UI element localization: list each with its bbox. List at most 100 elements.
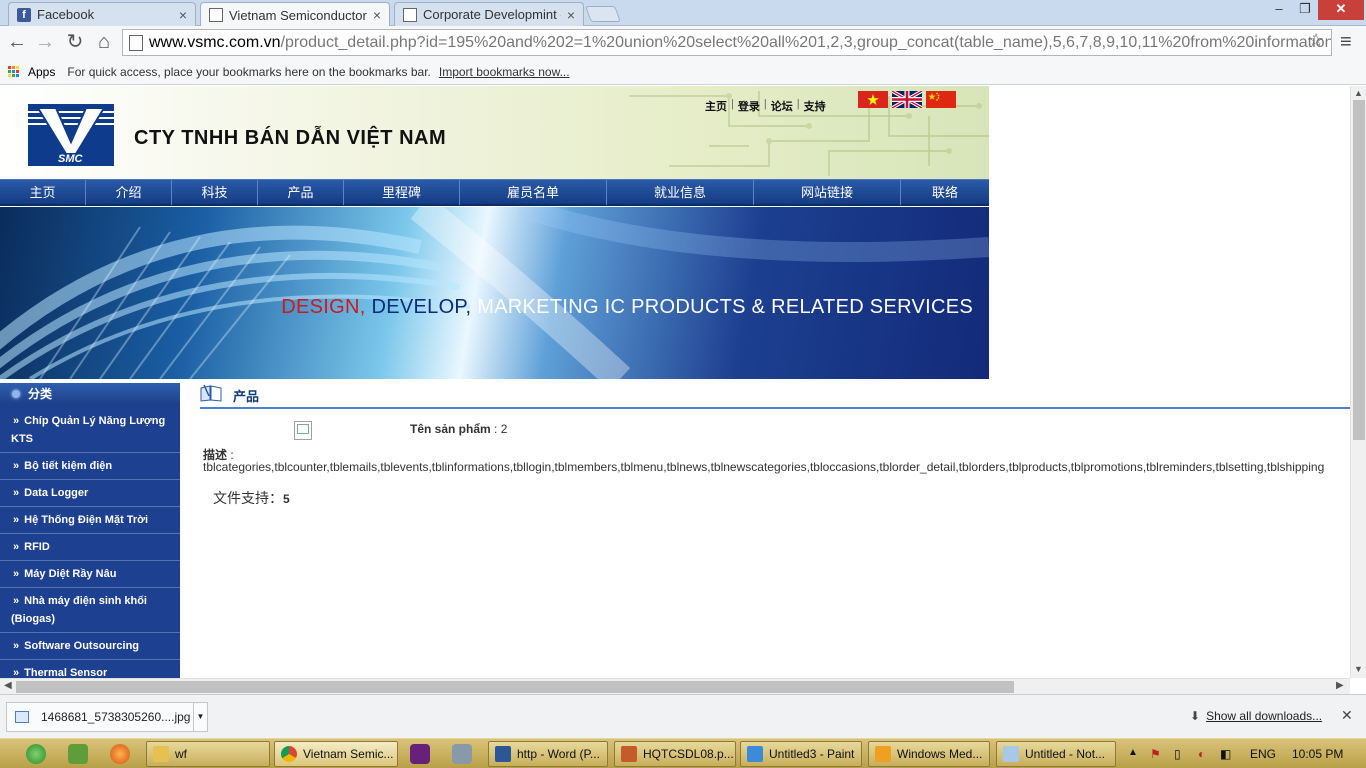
scroll-right-icon[interactable]: ▶ — [1336, 680, 1344, 691]
bookmarks-hint: For quick access, place your bookmarks h… — [67, 64, 431, 79]
action-center-icon[interactable]: ◧ — [1220, 747, 1231, 761]
chevron-down-icon[interactable]: ▼ — [193, 703, 207, 731]
scroll-left-icon[interactable]: ◀ — [4, 680, 12, 691]
scroll-up-icon[interactable]: ▲ — [1354, 88, 1363, 98]
volume-icon[interactable]: ◐ — [1198, 747, 1205, 761]
company-name: CTY TNHH BÁN DẪN VIỆT NAM — [134, 127, 447, 149]
media-player-icon — [875, 746, 891, 762]
bookmark-star-icon[interactable]: ☆ — [1308, 30, 1324, 51]
nav-item[interactable]: 科技 — [172, 180, 258, 205]
sidebar-item[interactable]: » Thermal Sensor — [0, 660, 180, 678]
double-arrow-icon: » — [13, 514, 20, 526]
sidebar-item[interactable]: » Chíp Quản Lý Năng Lượng KTS — [0, 408, 180, 453]
china-flag-icon[interactable] — [926, 91, 956, 108]
close-window-button[interactable]: ✕ — [1318, 0, 1364, 20]
scroll-down-icon[interactable]: ▼ — [1354, 664, 1363, 674]
taskbar-button-media-player[interactable]: Windows Med... — [868, 741, 990, 767]
nav-item[interactable]: 主页 — [0, 180, 86, 205]
sidebar-item[interactable]: » Hệ Thống Điện Mặt Trời — [0, 507, 180, 534]
taskbar-button-wf[interactable]: wf — [146, 741, 270, 767]
sidebar-item[interactable]: » Nhà máy điện sinh khối (Biogas) — [0, 588, 180, 633]
horizontal-scrollbar[interactable]: ◀ ▶ — [0, 678, 1350, 694]
browser-menu-icon[interactable]: ≡ — [1340, 31, 1352, 54]
file-support: 文件支持：5 — [213, 488, 290, 508]
taskbar-button-paint[interactable]: Untitled3 - Paint — [740, 741, 862, 767]
top-links: 主页 | 登录 | 论坛 | 支持 — [705, 98, 826, 114]
nav-item[interactable]: 雇员名单 — [460, 180, 607, 205]
banner-slogan: DESIGN, DEVELOP, MARKETING IC PRODUCTS &… — [281, 296, 973, 319]
close-downloads-icon[interactable]: ✕ — [1341, 707, 1353, 724]
horizontal-scroll-thumb[interactable] — [16, 681, 1014, 693]
nav-item[interactable]: 联络 — [901, 180, 989, 205]
start-orb-icon[interactable] — [26, 744, 46, 764]
vertical-scroll-thumb[interactable] — [1353, 100, 1365, 440]
nav-item[interactable]: 介绍 — [86, 180, 172, 205]
sidebar-item[interactable]: » RFID — [0, 534, 180, 561]
tab-title: Vietnam Semiconductor M — [229, 7, 367, 23]
top-link-support[interactable]: 支持 — [804, 98, 826, 114]
top-link-login[interactable]: 登录 — [738, 98, 760, 114]
top-link-home[interactable]: 主页 — [705, 98, 727, 114]
tray-expand-icon[interactable]: ▲ — [1128, 747, 1138, 758]
taskbar-button-powerpoint[interactable]: HQTCSDL08.p... — [614, 741, 736, 767]
nav-item[interactable]: 里程碑 — [344, 180, 460, 205]
sidebar-item-label: Bộ tiết kiệm điện — [24, 460, 113, 472]
download-item[interactable]: 1468681_5738305260....jpg ▼ — [6, 702, 208, 732]
product-name: Tên sản phẩm : 2 — [410, 422, 507, 436]
page-icon — [209, 8, 223, 22]
sidebar-item[interactable]: » Bộ tiết kiệm điện — [0, 453, 180, 480]
new-tab-button[interactable] — [585, 6, 621, 22]
double-arrow-icon: » — [13, 541, 20, 553]
top-link-forum[interactable]: 论坛 — [771, 98, 793, 114]
forward-button[interactable]: → — [33, 30, 57, 54]
home-button[interactable]: ⌂ — [92, 30, 116, 54]
document-icon — [621, 746, 637, 762]
apps-icon — [8, 65, 20, 78]
page-icon — [129, 34, 143, 51]
taskbar-button-word[interactable]: http - Word (P... — [488, 741, 608, 767]
taskbar-label: Windows Med... — [897, 747, 983, 761]
network-icon[interactable]: ⚑ — [1150, 747, 1161, 761]
sidebar-item[interactable]: » Máy Diệt Rầy Nâu — [0, 561, 180, 588]
minimize-button[interactable]: – — [1266, 0, 1292, 20]
tools-icon[interactable] — [452, 744, 472, 764]
nav-item[interactable]: 就业信息 — [607, 180, 754, 205]
taskbar-button-notepad[interactable]: Untitled - Not... — [996, 741, 1116, 767]
import-bookmarks-link[interactable]: Import bookmarks now... — [439, 65, 570, 79]
show-all-label: Show all downloads... — [1206, 709, 1323, 723]
close-icon[interactable]: × — [179, 7, 187, 23]
back-button[interactable]: ← — [5, 30, 29, 54]
visual-studio-icon[interactable] — [410, 744, 430, 764]
top-link-separator: | — [796, 98, 800, 110]
browser-tabstrip: f Facebook × Vietnam Semiconductor M × C… — [0, 0, 1366, 27]
reload-button[interactable]: ↻ — [63, 30, 87, 54]
address-bar[interactable]: www.vsmc.com.vn/product_detail.php?id=19… — [122, 29, 1332, 56]
restore-button[interactable]: ❐ — [1292, 0, 1318, 20]
clock[interactable]: 10:05 PM — [1292, 747, 1343, 761]
tab-vietnam-semiconductor[interactable]: Vietnam Semiconductor M × — [200, 2, 390, 27]
sidebar-item-label: Data Logger — [24, 487, 89, 499]
taskbar-button-chrome[interactable]: Vietnam Semic... — [274, 741, 398, 767]
app-icon[interactable] — [68, 744, 88, 764]
uk-flag-icon[interactable] — [892, 91, 922, 108]
firefox-icon[interactable] — [110, 744, 130, 764]
tab-facebook[interactable]: f Facebook × — [8, 2, 196, 26]
sidebar-item-label: Máy Diệt Rầy Nâu — [24, 568, 117, 580]
vertical-scrollbar[interactable]: ▲ ▼ — [1350, 86, 1366, 678]
close-icon[interactable]: × — [373, 7, 381, 23]
close-icon[interactable]: × — [567, 7, 575, 23]
taskbar-label: http - Word (P... — [517, 747, 600, 761]
sidebar-item[interactable]: » Data Logger — [0, 480, 180, 507]
sidebar-item[interactable]: » Software Outsourcing — [0, 633, 180, 660]
slogan-design: DESIGN, — [281, 296, 372, 318]
tab-corporate-development[interactable]: Corporate Developmint - × — [394, 2, 584, 26]
nav-item[interactable]: 网站链接 — [754, 180, 901, 205]
battery-icon[interactable]: ▯ — [1174, 747, 1181, 761]
show-all-downloads-link[interactable]: ⬇ Show all downloads... — [1190, 709, 1322, 723]
language-indicator[interactable]: ENG — [1250, 747, 1276, 761]
nav-item[interactable]: 产品 — [258, 180, 344, 205]
apps-link[interactable]: Apps — [28, 65, 55, 79]
sidebar-item-label: RFID — [24, 541, 50, 553]
product-name-label: Tên sản phẩm — [410, 422, 491, 436]
vietnam-flag-icon[interactable] — [858, 91, 888, 108]
